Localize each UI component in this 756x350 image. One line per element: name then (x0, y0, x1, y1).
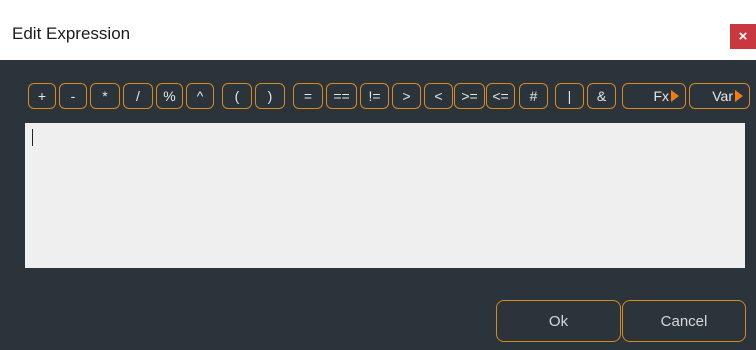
or-button[interactable]: | (555, 83, 584, 109)
function-label: Fx (653, 88, 669, 104)
title-bar: Edit Expression × (0, 0, 756, 61)
plus-button[interactable]: + (28, 83, 56, 109)
dialog-title: Edit Expression (12, 24, 131, 43)
equals-button[interactable]: == (326, 83, 357, 109)
divide-button[interactable]: / (123, 83, 153, 109)
power-button[interactable]: ^ (186, 83, 214, 109)
play-arrow-icon (671, 90, 679, 102)
greater-button[interactable]: > (392, 83, 421, 109)
open-paren-button[interactable]: ( (222, 83, 252, 109)
minus-button[interactable]: - (59, 83, 87, 109)
function-menu-button[interactable]: Fx (622, 83, 686, 109)
expression-editor[interactable] (25, 123, 745, 268)
greater-equal-button[interactable]: >= (454, 83, 485, 109)
close-button[interactable]: × (730, 24, 756, 49)
cancel-button[interactable]: Cancel (622, 300, 746, 342)
ok-button[interactable]: Ok (496, 300, 621, 342)
close-icon: × (738, 28, 748, 45)
text-caret (32, 129, 33, 146)
less-equal-button[interactable]: <= (486, 83, 515, 109)
variable-menu-button[interactable]: Var (689, 83, 750, 109)
percent-button[interactable]: % (156, 83, 183, 109)
not-equals-button[interactable]: != (360, 83, 389, 109)
dialog-body: + - * / % ^ ( ) = == != > < >= <= # | & … (0, 61, 756, 350)
variable-label: Var (712, 88, 733, 104)
play-arrow-icon (735, 90, 743, 102)
multiply-button[interactable]: * (90, 83, 120, 109)
close-paren-button[interactable]: ) (255, 83, 285, 109)
less-button[interactable]: < (424, 83, 453, 109)
and-button[interactable]: & (587, 83, 616, 109)
hash-button[interactable]: # (519, 83, 548, 109)
assign-button[interactable]: = (293, 83, 323, 109)
